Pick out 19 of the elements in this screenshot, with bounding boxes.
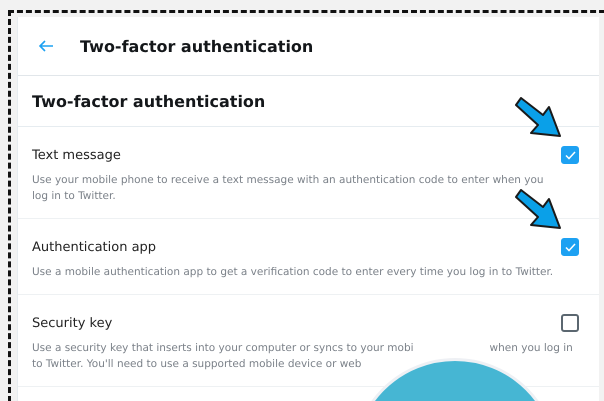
option-description: Use a security key that inserts into your computer or syncs to your mobi bbox=[32, 342, 414, 354]
option-label: Authentication app bbox=[32, 240, 156, 254]
option-description: Use a mobile authentication app to get a verification code to enter every time you log in to Twitter. bbox=[32, 266, 554, 278]
pointer-arrow-icon bbox=[513, 95, 563, 139]
checkbox[interactable] bbox=[561, 238, 579, 256]
section-heading: Two-factor authentication bbox=[32, 92, 266, 110]
option-description: to Twitter. You'll need to use a supported mobile device or web bbox=[32, 358, 362, 370]
page-title: Two-factor authentication bbox=[80, 36, 314, 56]
option-description: Use your mobile phone to receive a text message with an authentication code to enter when you bbox=[32, 174, 544, 186]
check-icon bbox=[564, 150, 576, 160]
option-label: Security key bbox=[32, 316, 112, 330]
pointer-arrow-icon bbox=[513, 187, 563, 231]
option-description: log in to Twitter. bbox=[32, 190, 116, 202]
check-icon bbox=[564, 242, 576, 252]
checkbox[interactable] bbox=[561, 146, 579, 164]
option-label: Text message bbox=[32, 148, 121, 162]
back-arrow-icon[interactable] bbox=[38, 40, 54, 52]
checkbox[interactable] bbox=[561, 314, 579, 332]
option-description: when you log in bbox=[490, 342, 573, 354]
